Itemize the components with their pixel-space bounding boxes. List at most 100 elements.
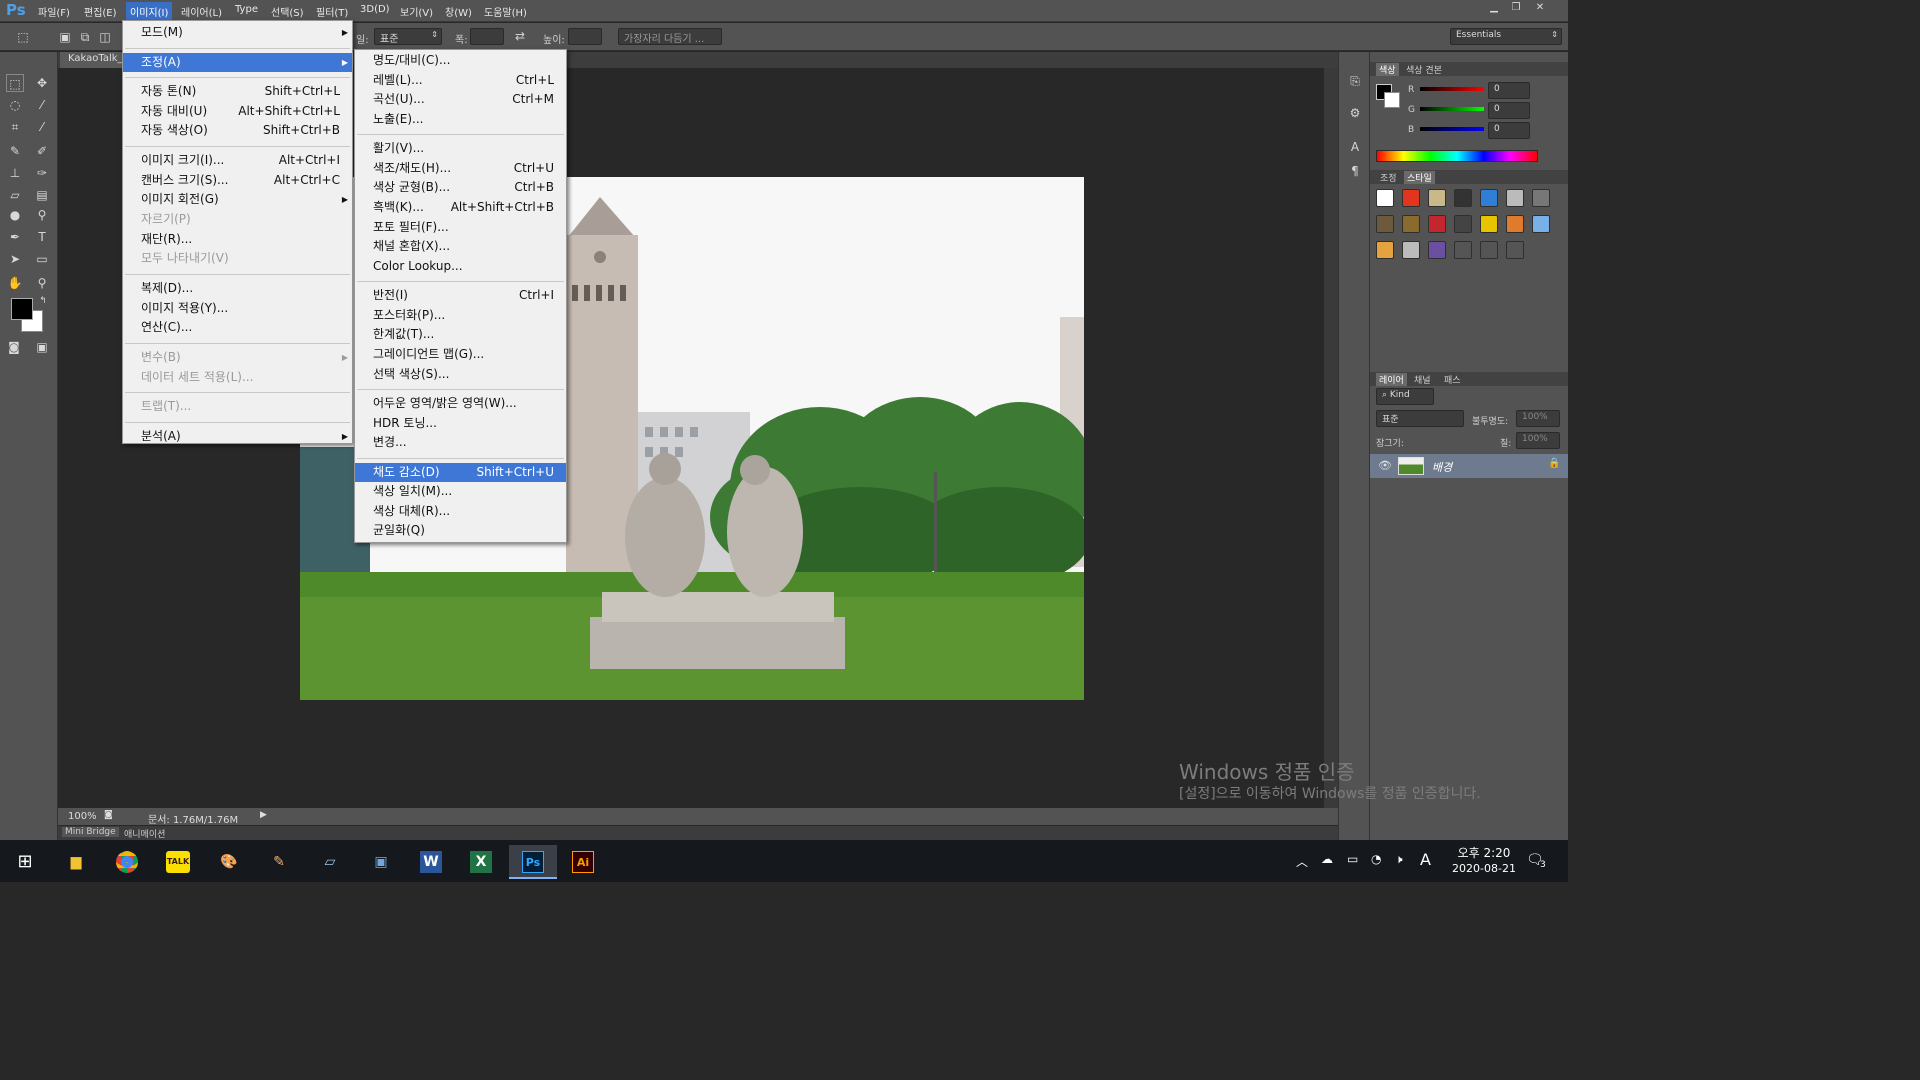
- menu-item[interactable]: 채도 감소(D) Shift+Ctrl+U: [355, 462, 566, 482]
- menu-item[interactable]: 캔버스 크기(S)... Alt+Ctrl+C: [123, 171, 352, 190]
- layer-filter-select[interactable]: ⌕ Kind: [1376, 388, 1434, 405]
- style-swatch[interactable]: [1532, 189, 1550, 207]
- subtract-selection-icon[interactable]: ◫: [96, 28, 114, 46]
- height-input[interactable]: [568, 28, 602, 45]
- menu-item[interactable]: HDR 토닝...: [355, 414, 566, 433]
- kakaotalk-icon[interactable]: TALK: [159, 845, 197, 879]
- menu-10[interactable]: 도움말(H): [484, 4, 527, 19]
- clock-time[interactable]: 오후 2:20: [1453, 844, 1515, 861]
- adjustments-tab[interactable]: 조정: [1380, 171, 1397, 184]
- gradient-icon[interactable]: ▤: [33, 186, 51, 204]
- menu-item[interactable]: 자동 톤(N) Shift+Ctrl+L: [123, 82, 352, 101]
- menu-0[interactable]: 파일(F): [38, 4, 70, 19]
- menu-item[interactable]: 흑백(K)... Alt+Shift+Ctrl+B: [355, 198, 566, 217]
- workspace-select[interactable]: Essentials ⇕: [1450, 28, 1562, 45]
- rectangle-marquee-icon[interactable]: ⬚: [6, 74, 24, 92]
- style-select[interactable]: 표준 ⇕: [374, 28, 442, 45]
- opacity-input[interactable]: 100%: [1516, 410, 1560, 427]
- channels-tab[interactable]: 채널: [1414, 373, 1431, 386]
- start-icon[interactable]: ⊞: [6, 845, 44, 879]
- style-swatch[interactable]: [1480, 189, 1498, 207]
- menu-item[interactable]: 색조/채도(H)... Ctrl+U: [355, 159, 566, 178]
- color-spectrum[interactable]: [1376, 150, 1538, 162]
- menu-item[interactable]: 명도/대비(C)...: [355, 51, 566, 70]
- move-tool-icon[interactable]: ✥: [33, 74, 51, 92]
- word-icon[interactable]: W: [412, 845, 450, 879]
- character-icon[interactable]: A: [1346, 138, 1364, 156]
- eyedropper-icon[interactable]: ⁄: [33, 118, 51, 136]
- style-swatch[interactable]: [1402, 241, 1420, 259]
- blend-mode-select[interactable]: 표준: [1376, 410, 1464, 427]
- dodge-icon[interactable]: ⚲: [33, 206, 51, 224]
- style-swatch[interactable]: [1506, 215, 1524, 233]
- restore-icon[interactable]: ❐: [1508, 2, 1524, 16]
- battery-icon[interactable]: ▭: [1347, 852, 1358, 866]
- menu-8[interactable]: 보기(V): [400, 4, 433, 19]
- menu-7[interactable]: 3D(D): [360, 4, 390, 15]
- weather-icon[interactable]: ☁: [1321, 852, 1333, 866]
- menu-item[interactable]: 자동 대비(U) Alt+Shift+Ctrl+L: [123, 102, 352, 121]
- blur-icon[interactable]: ●: [6, 206, 24, 224]
- store-icon[interactable]: ▣: [362, 845, 400, 879]
- channel-slider[interactable]: [1420, 127, 1484, 131]
- paint3d-icon[interactable]: ✎: [260, 845, 298, 879]
- tray-chevron-icon[interactable]: ︿: [1296, 853, 1308, 870]
- menu-item[interactable]: 복제(D)...: [123, 279, 352, 298]
- style-swatch[interactable]: [1376, 215, 1394, 233]
- volume-mute-icon[interactable]: 🕨: [1395, 852, 1403, 867]
- layers-tab[interactable]: 레이어: [1376, 373, 1407, 386]
- brush-icon[interactable]: ✐: [33, 142, 51, 160]
- menu-item[interactable]: 선택 색상(S)...: [355, 365, 566, 384]
- menu-4[interactable]: Type: [235, 4, 258, 15]
- clone-stamp-icon[interactable]: ⊥: [6, 164, 24, 182]
- photoshop-icon[interactable]: Ps: [509, 845, 557, 879]
- screen-mode-icon[interactable]: ▣: [33, 338, 51, 356]
- menu-item[interactable]: 채널 혼합(X)...: [355, 237, 566, 256]
- quick-mask-icon[interactable]: ◙: [5, 338, 23, 356]
- style-swatch[interactable]: [1506, 189, 1524, 207]
- style-swatch[interactable]: [1428, 189, 1446, 207]
- menu-item[interactable]: 곡선(U)... Ctrl+M: [355, 90, 566, 109]
- history-brush-icon[interactable]: ✑: [33, 164, 51, 182]
- style-swatch[interactable]: [1402, 215, 1420, 233]
- channel-value-input[interactable]: 0: [1488, 102, 1530, 119]
- style-swatch[interactable]: [1428, 241, 1446, 259]
- clock-date[interactable]: 2020-08-21: [1442, 862, 1526, 875]
- path-select-icon[interactable]: ➤: [6, 250, 24, 268]
- channel-value-input[interactable]: 0: [1488, 82, 1530, 99]
- menu-item[interactable]: 균일화(Q): [355, 521, 566, 540]
- channel-value-input[interactable]: 0: [1488, 122, 1530, 139]
- illustrator-icon[interactable]: Ai: [564, 845, 602, 879]
- properties-icon[interactable]: ⚙: [1346, 104, 1364, 122]
- menu-3[interactable]: 레이어(L): [181, 4, 222, 19]
- menu-item[interactable]: 그레이디언트 맵(G)...: [355, 345, 566, 364]
- status-menu-arrow-icon[interactable]: ▶: [260, 810, 267, 820]
- marquee-options-icon[interactable]: ⬚: [14, 28, 32, 46]
- shape-icon[interactable]: ▭: [33, 250, 51, 268]
- type-tool-icon[interactable]: T: [33, 228, 51, 246]
- menu-item[interactable]: 레벨(L)... Ctrl+L: [355, 71, 566, 90]
- wifi-icon[interactable]: ◔: [1371, 852, 1381, 866]
- swap-icon[interactable]: ⇄: [515, 29, 525, 43]
- style-swatch[interactable]: [1376, 241, 1394, 259]
- menu-item[interactable]: 변경...: [355, 433, 566, 452]
- lasso-icon[interactable]: ◌: [6, 96, 24, 114]
- crop-icon[interactable]: ⌗: [6, 118, 24, 136]
- style-swatch[interactable]: [1506, 241, 1524, 259]
- healing-brush-icon[interactable]: ✎: [6, 142, 24, 160]
- minimize-icon[interactable]: ▁: [1486, 2, 1502, 16]
- layer-row-background[interactable]: 👁 배경 🔒: [1370, 454, 1568, 478]
- menu-item[interactable]: 이미지 적용(Y)...: [123, 299, 352, 318]
- menu-item[interactable]: 포토 필터(F)...: [355, 218, 566, 237]
- color-tab[interactable]: 색상: [1376, 63, 1399, 76]
- style-swatch[interactable]: [1480, 241, 1498, 259]
- zoom-icon[interactable]: ⚲: [33, 274, 51, 292]
- menu-9[interactable]: 창(W): [445, 4, 472, 19]
- menu-item[interactable]: 반전(I) Ctrl+I: [355, 286, 566, 305]
- status-preview-icon[interactable]: ◙: [104, 810, 113, 820]
- pen-icon[interactable]: ✒: [6, 228, 24, 246]
- quick-select-icon[interactable]: ⁄: [33, 96, 51, 114]
- history-icon[interactable]: ⎘: [1346, 72, 1364, 90]
- paragraph-icon[interactable]: ¶: [1346, 162, 1364, 180]
- style-swatch[interactable]: [1402, 189, 1420, 207]
